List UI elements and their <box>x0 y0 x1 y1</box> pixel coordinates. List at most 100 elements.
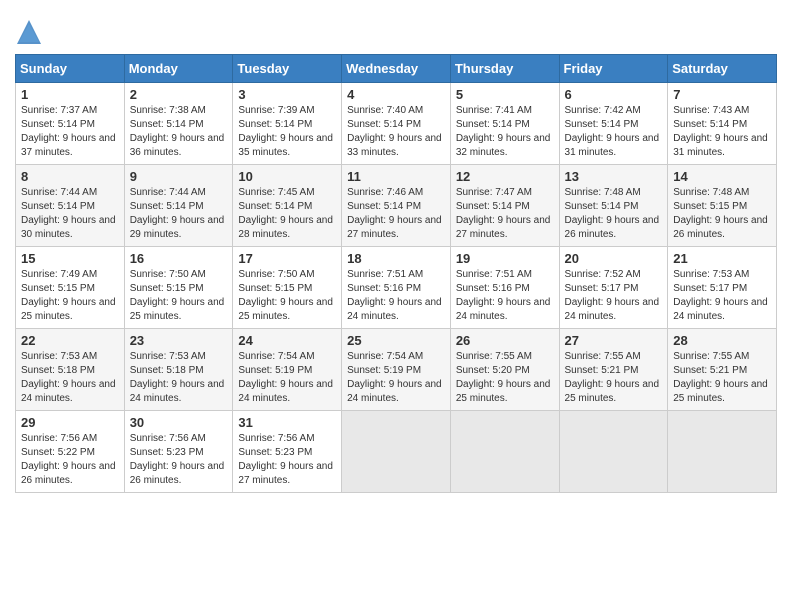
calendar-body: 1 Sunrise: 7:37 AM Sunset: 5:14 PM Dayli… <box>16 83 777 493</box>
calendar-cell: 23 Sunrise: 7:53 AM Sunset: 5:18 PM Dayl… <box>124 329 233 411</box>
day-info: Sunrise: 7:51 AM Sunset: 5:16 PM Dayligh… <box>456 268 554 324</box>
day-number: 16 <box>130 251 228 266</box>
day-info: Sunrise: 7:42 AM Sunset: 5:14 PM Dayligh… <box>565 104 663 160</box>
weekday-header-monday: Monday <box>124 55 233 83</box>
day-number: 14 <box>673 169 771 184</box>
calendar-cell: 25 Sunrise: 7:54 AM Sunset: 5:19 PM Dayl… <box>342 329 451 411</box>
day-info: Sunrise: 7:41 AM Sunset: 5:14 PM Dayligh… <box>456 104 554 160</box>
day-number: 18 <box>347 251 445 266</box>
weekday-header-wednesday: Wednesday <box>342 55 451 83</box>
day-info: Sunrise: 7:40 AM Sunset: 5:14 PM Dayligh… <box>347 104 445 160</box>
day-number: 10 <box>238 169 336 184</box>
calendar-week-1: 1 Sunrise: 7:37 AM Sunset: 5:14 PM Dayli… <box>16 83 777 165</box>
calendar-cell: 18 Sunrise: 7:51 AM Sunset: 5:16 PM Dayl… <box>342 247 451 329</box>
weekday-header-row: SundayMondayTuesdayWednesdayThursdayFrid… <box>16 55 777 83</box>
day-info: Sunrise: 7:56 AM Sunset: 5:23 PM Dayligh… <box>238 432 336 488</box>
calendar-cell: 3 Sunrise: 7:39 AM Sunset: 5:14 PM Dayli… <box>233 83 342 165</box>
day-info: Sunrise: 7:39 AM Sunset: 5:14 PM Dayligh… <box>238 104 336 160</box>
day-number: 23 <box>130 333 228 348</box>
weekday-header-thursday: Thursday <box>450 55 559 83</box>
day-info: Sunrise: 7:54 AM Sunset: 5:19 PM Dayligh… <box>238 350 336 406</box>
calendar-cell <box>559 411 668 493</box>
calendar-cell: 11 Sunrise: 7:46 AM Sunset: 5:14 PM Dayl… <box>342 165 451 247</box>
day-number: 2 <box>130 87 228 102</box>
calendar-cell: 27 Sunrise: 7:55 AM Sunset: 5:21 PM Dayl… <box>559 329 668 411</box>
weekday-header-tuesday: Tuesday <box>233 55 342 83</box>
day-number: 15 <box>21 251 119 266</box>
calendar-cell: 16 Sunrise: 7:50 AM Sunset: 5:15 PM Dayl… <box>124 247 233 329</box>
day-number: 27 <box>565 333 663 348</box>
day-info: Sunrise: 7:54 AM Sunset: 5:19 PM Dayligh… <box>347 350 445 406</box>
day-info: Sunrise: 7:38 AM Sunset: 5:14 PM Dayligh… <box>130 104 228 160</box>
day-number: 6 <box>565 87 663 102</box>
calendar-cell: 12 Sunrise: 7:47 AM Sunset: 5:14 PM Dayl… <box>450 165 559 247</box>
calendar-week-4: 22 Sunrise: 7:53 AM Sunset: 5:18 PM Dayl… <box>16 329 777 411</box>
day-number: 12 <box>456 169 554 184</box>
calendar-cell: 6 Sunrise: 7:42 AM Sunset: 5:14 PM Dayli… <box>559 83 668 165</box>
day-number: 25 <box>347 333 445 348</box>
calendar-cell: 21 Sunrise: 7:53 AM Sunset: 5:17 PM Dayl… <box>668 247 777 329</box>
calendar-cell: 10 Sunrise: 7:45 AM Sunset: 5:14 PM Dayl… <box>233 165 342 247</box>
day-number: 28 <box>673 333 771 348</box>
day-info: Sunrise: 7:52 AM Sunset: 5:17 PM Dayligh… <box>565 268 663 324</box>
calendar-cell: 22 Sunrise: 7:53 AM Sunset: 5:18 PM Dayl… <box>16 329 125 411</box>
day-number: 17 <box>238 251 336 266</box>
day-number: 13 <box>565 169 663 184</box>
calendar-week-3: 15 Sunrise: 7:49 AM Sunset: 5:15 PM Dayl… <box>16 247 777 329</box>
day-number: 19 <box>456 251 554 266</box>
calendar-cell: 20 Sunrise: 7:52 AM Sunset: 5:17 PM Dayl… <box>559 247 668 329</box>
day-number: 24 <box>238 333 336 348</box>
calendar-cell: 13 Sunrise: 7:48 AM Sunset: 5:14 PM Dayl… <box>559 165 668 247</box>
calendar-cell: 24 Sunrise: 7:54 AM Sunset: 5:19 PM Dayl… <box>233 329 342 411</box>
calendar-cell: 15 Sunrise: 7:49 AM Sunset: 5:15 PM Dayl… <box>16 247 125 329</box>
day-number: 31 <box>238 415 336 430</box>
calendar-cell: 14 Sunrise: 7:48 AM Sunset: 5:15 PM Dayl… <box>668 165 777 247</box>
day-number: 11 <box>347 169 445 184</box>
day-info: Sunrise: 7:44 AM Sunset: 5:14 PM Dayligh… <box>130 186 228 242</box>
day-number: 21 <box>673 251 771 266</box>
calendar-cell: 31 Sunrise: 7:56 AM Sunset: 5:23 PM Dayl… <box>233 411 342 493</box>
header <box>15 10 777 46</box>
day-number: 20 <box>565 251 663 266</box>
day-info: Sunrise: 7:50 AM Sunset: 5:15 PM Dayligh… <box>130 268 228 324</box>
calendar-week-5: 29 Sunrise: 7:56 AM Sunset: 5:22 PM Dayl… <box>16 411 777 493</box>
calendar-cell: 9 Sunrise: 7:44 AM Sunset: 5:14 PM Dayli… <box>124 165 233 247</box>
day-number: 8 <box>21 169 119 184</box>
calendar-cell: 1 Sunrise: 7:37 AM Sunset: 5:14 PM Dayli… <box>16 83 125 165</box>
calendar-week-2: 8 Sunrise: 7:44 AM Sunset: 5:14 PM Dayli… <box>16 165 777 247</box>
day-number: 5 <box>456 87 554 102</box>
day-info: Sunrise: 7:56 AM Sunset: 5:23 PM Dayligh… <box>130 432 228 488</box>
logo-icon <box>15 18 43 46</box>
day-info: Sunrise: 7:49 AM Sunset: 5:15 PM Dayligh… <box>21 268 119 324</box>
day-number: 22 <box>21 333 119 348</box>
weekday-header-sunday: Sunday <box>16 55 125 83</box>
day-info: Sunrise: 7:53 AM Sunset: 5:17 PM Dayligh… <box>673 268 771 324</box>
day-info: Sunrise: 7:47 AM Sunset: 5:14 PM Dayligh… <box>456 186 554 242</box>
day-info: Sunrise: 7:53 AM Sunset: 5:18 PM Dayligh… <box>21 350 119 406</box>
day-info: Sunrise: 7:44 AM Sunset: 5:14 PM Dayligh… <box>21 186 119 242</box>
logo <box>15 18 45 46</box>
day-number: 26 <box>456 333 554 348</box>
day-number: 29 <box>21 415 119 430</box>
day-info: Sunrise: 7:56 AM Sunset: 5:22 PM Dayligh… <box>21 432 119 488</box>
day-number: 30 <box>130 415 228 430</box>
day-number: 7 <box>673 87 771 102</box>
day-number: 9 <box>130 169 228 184</box>
calendar: SundayMondayTuesdayWednesdayThursdayFrid… <box>15 54 777 493</box>
day-info: Sunrise: 7:51 AM Sunset: 5:16 PM Dayligh… <box>347 268 445 324</box>
calendar-cell: 17 Sunrise: 7:50 AM Sunset: 5:15 PM Dayl… <box>233 247 342 329</box>
day-info: Sunrise: 7:55 AM Sunset: 5:21 PM Dayligh… <box>673 350 771 406</box>
day-info: Sunrise: 7:37 AM Sunset: 5:14 PM Dayligh… <box>21 104 119 160</box>
day-info: Sunrise: 7:55 AM Sunset: 5:21 PM Dayligh… <box>565 350 663 406</box>
calendar-cell: 28 Sunrise: 7:55 AM Sunset: 5:21 PM Dayl… <box>668 329 777 411</box>
day-number: 1 <box>21 87 119 102</box>
calendar-cell <box>342 411 451 493</box>
calendar-cell <box>668 411 777 493</box>
calendar-cell: 29 Sunrise: 7:56 AM Sunset: 5:22 PM Dayl… <box>16 411 125 493</box>
calendar-cell: 5 Sunrise: 7:41 AM Sunset: 5:14 PM Dayli… <box>450 83 559 165</box>
day-number: 3 <box>238 87 336 102</box>
weekday-header-saturday: Saturday <box>668 55 777 83</box>
day-info: Sunrise: 7:48 AM Sunset: 5:14 PM Dayligh… <box>565 186 663 242</box>
day-info: Sunrise: 7:48 AM Sunset: 5:15 PM Dayligh… <box>673 186 771 242</box>
calendar-cell: 2 Sunrise: 7:38 AM Sunset: 5:14 PM Dayli… <box>124 83 233 165</box>
